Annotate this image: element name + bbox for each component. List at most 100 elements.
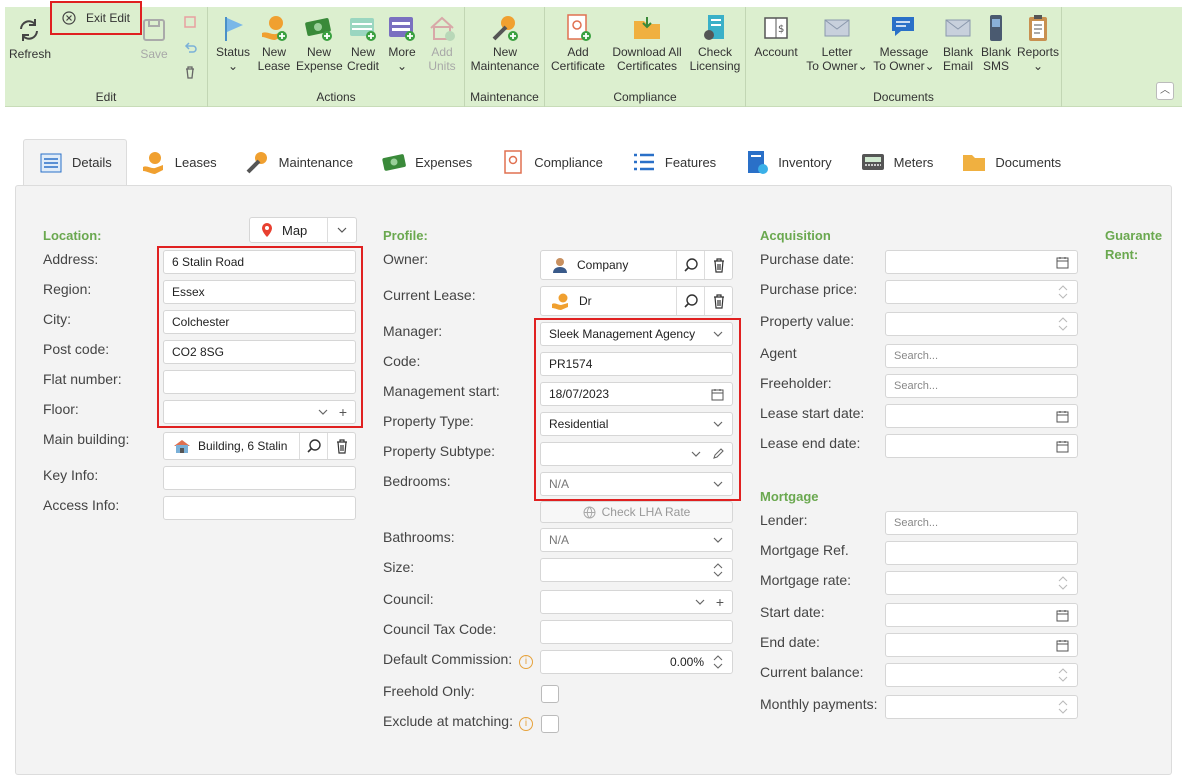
tab-bar: Details Leases Maintenance Expenses Comp… <box>23 139 1075 185</box>
calendar-icon[interactable] <box>1056 256 1069 269</box>
lender-search-input[interactable]: Search... <box>885 511 1078 535</box>
blank-sms-button[interactable]: Blank SMS <box>978 13 1014 73</box>
tab-documents[interactable]: Documents <box>947 139 1075 185</box>
account-button[interactable]: $ Account <box>750 13 802 59</box>
check-lha-rate-button[interactable]: Check LHA Rate <box>540 501 733 523</box>
access-info-input[interactable] <box>163 496 356 520</box>
save-button[interactable]: Save <box>137 15 171 61</box>
new-expense-label-1: New <box>306 45 331 59</box>
save-all-icon[interactable] <box>183 15 197 29</box>
calendar-icon[interactable] <box>1056 440 1069 453</box>
tab-meters[interactable]: Meters <box>846 139 948 185</box>
spinner-icon[interactable] <box>712 653 724 671</box>
info-icon[interactable]: i <box>519 655 533 669</box>
tab-expenses[interactable]: Expenses <box>367 139 486 185</box>
account-book-icon: $ <box>764 17 788 39</box>
current-balance-input[interactable] <box>885 663 1078 687</box>
message-to-owner-button[interactable]: Message To Owner⌄ <box>872 13 936 73</box>
letter-to-owner-button[interactable]: Letter To Owner⌄ <box>804 13 870 73</box>
new-lease-label-2: Lease <box>257 59 291 73</box>
current-lease-field[interactable]: Dr <box>540 286 733 316</box>
refresh-button[interactable]: Refresh <box>9 15 51 61</box>
collapse-ribbon-button[interactable]: ︿ <box>1156 82 1174 100</box>
main-building-search-button[interactable] <box>299 433 327 459</box>
end-date-input[interactable] <box>885 633 1078 657</box>
add-certificate-button[interactable]: Add Certificate <box>549 13 607 73</box>
freeholder-search-input[interactable]: Search... <box>885 374 1078 398</box>
exclude-matching-checkbox[interactable] <box>541 715 559 733</box>
purchase-date-input[interactable] <box>885 250 1078 274</box>
chevron-down-icon <box>713 537 723 543</box>
agent-search-input[interactable]: Search... <box>885 344 1078 368</box>
calendar-icon[interactable] <box>1056 609 1069 622</box>
chevron-down-icon[interactable] <box>336 224 348 236</box>
new-maintenance-button[interactable]: New Maintenance <box>467 13 543 73</box>
new-expense-button[interactable]: New Expense <box>296 13 343 73</box>
tab-details[interactable]: Details <box>23 139 127 185</box>
guarantee-section: Guarante Rent: <box>1105 228 1165 262</box>
calendar-icon[interactable] <box>1056 410 1069 423</box>
lease-start-date-input[interactable] <box>885 404 1078 428</box>
property-value-input[interactable] <box>885 312 1078 336</box>
tab-leases[interactable]: Leases <box>127 139 231 185</box>
tab-maintenance[interactable]: Maintenance <box>231 139 367 185</box>
delete-icon[interactable] <box>183 65 197 79</box>
main-building-delete-button[interactable] <box>327 433 355 459</box>
address-label: Address: <box>43 251 99 267</box>
purchase-price-input[interactable] <box>885 280 1078 304</box>
monthly-payments-input[interactable] <box>885 695 1078 719</box>
spinner-icon[interactable] <box>1057 283 1069 301</box>
money-icon <box>382 154 406 171</box>
map-button[interactable]: Map <box>249 217 357 243</box>
council-select[interactable]: + <box>540 590 733 614</box>
region-label: Region: <box>43 281 92 297</box>
add-units-button[interactable]: Add Units <box>422 13 462 73</box>
reports-button[interactable]: Reports ⌄ <box>1016 13 1060 73</box>
licensing-icon <box>704 15 724 40</box>
owner-delete-button[interactable] <box>704 251 732 279</box>
owner-field[interactable]: Company <box>540 250 733 280</box>
main-building-field[interactable]: Building, 6 Stalin <box>163 432 356 460</box>
owner-search-button[interactable] <box>676 251 704 279</box>
exit-edit-button[interactable]: Exit Edit <box>50 1 142 35</box>
size-input[interactable] <box>540 558 733 582</box>
check-licensing-button[interactable]: Check Licensing <box>687 13 743 73</box>
tab-inventory[interactable]: Inventory <box>730 139 845 185</box>
wrench-icon <box>246 152 267 174</box>
more-button[interactable]: More ⌄ <box>384 13 420 73</box>
tab-compliance[interactable]: Compliance <box>486 139 617 185</box>
lease-search-button[interactable] <box>676 287 704 315</box>
svg-text:$: $ <box>778 24 784 35</box>
freehold-only-checkbox[interactable] <box>541 685 559 703</box>
new-credit-button[interactable]: New Credit <box>344 13 382 73</box>
tab-features[interactable]: Features <box>617 139 730 185</box>
mortgage-ref-input[interactable] <box>885 541 1078 565</box>
blank-email-button[interactable]: Blank Email <box>938 13 978 73</box>
status-button[interactable]: Status ⌄ <box>214 13 252 73</box>
form-icon <box>389 17 415 41</box>
compliance-group-label: Compliance <box>613 90 677 104</box>
council-tax-code-input[interactable] <box>540 620 733 644</box>
lease-hand-icon <box>262 16 287 41</box>
undo-icon[interactable] <box>183 41 197 55</box>
default-commission-label: Default Commission: <box>383 651 513 667</box>
lease-end-date-input[interactable] <box>885 434 1078 458</box>
spinner-icon[interactable] <box>1057 698 1069 716</box>
spinner-icon[interactable] <box>1057 315 1069 333</box>
lease-delete-button[interactable] <box>704 287 732 315</box>
more-label: More <box>388 45 416 59</box>
key-info-input[interactable] <box>163 466 356 490</box>
bathrooms-select[interactable]: N/A <box>540 528 733 552</box>
spinner-icon[interactable] <box>1057 666 1069 684</box>
spinner-icon[interactable] <box>1057 574 1069 592</box>
calendar-icon[interactable] <box>1056 639 1069 652</box>
check-lha-label: Check LHA Rate <box>601 505 691 519</box>
add-icon[interactable]: + <box>716 594 724 610</box>
start-date-input[interactable] <box>885 603 1078 627</box>
new-lease-button[interactable]: New Lease <box>254 13 294 73</box>
default-commission-input[interactable]: 0.00% <box>540 650 733 674</box>
spinner-icon[interactable] <box>712 561 724 579</box>
mortgage-rate-input[interactable] <box>885 571 1078 595</box>
info-icon[interactable]: i <box>519 717 533 731</box>
download-certificates-button[interactable]: Download All Certificates <box>609 13 685 73</box>
